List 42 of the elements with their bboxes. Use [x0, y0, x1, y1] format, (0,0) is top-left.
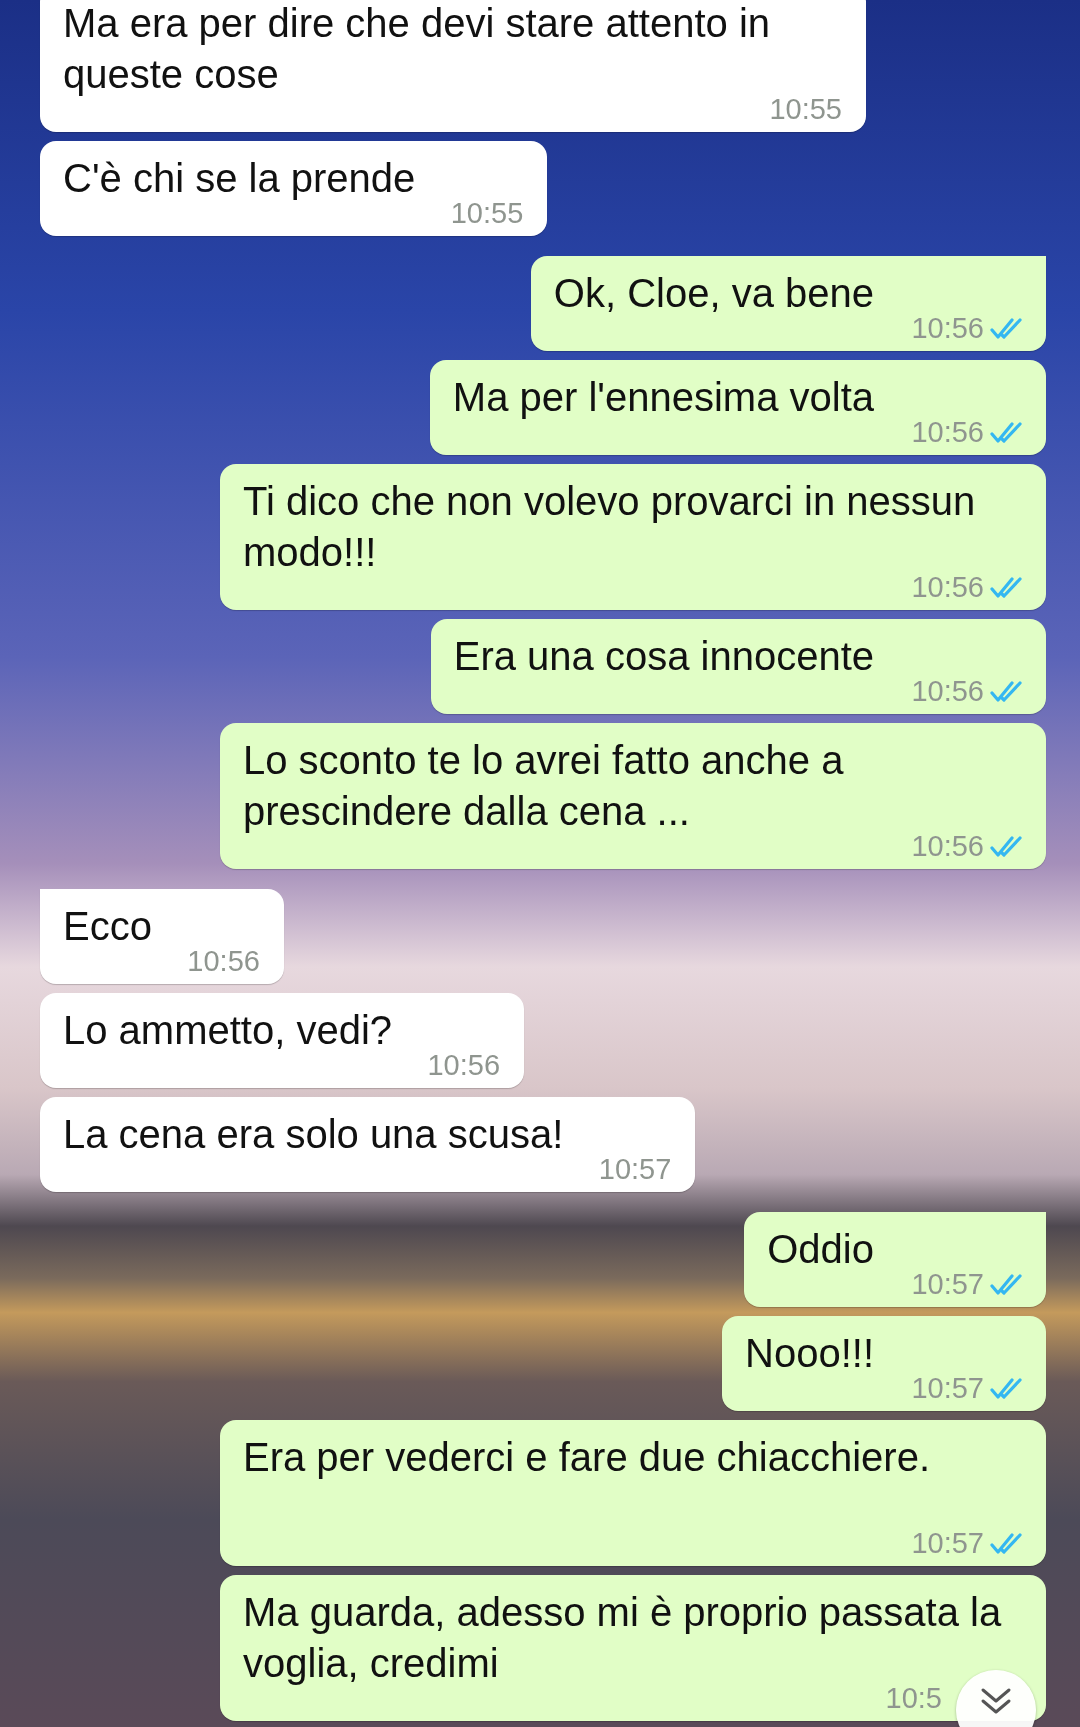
message-time: 10:57	[911, 1529, 984, 1558]
message-text: Era per vederci e fare due chiacchiere.	[243, 1435, 931, 1479]
message-bubble[interactable]: Ecco 10:56	[40, 889, 284, 984]
message-text: Oddio	[767, 1227, 874, 1271]
message-text: Nooo!!!	[745, 1331, 874, 1375]
message-time: 10:56	[911, 573, 984, 602]
message-bubble[interactable]: Lo sconto te lo avrei fatto anche a prescindere dalla cena ... 10:56	[220, 723, 1046, 869]
message-time: 10:56	[911, 677, 984, 706]
message-time: 10:55	[769, 95, 842, 124]
message-bubble[interactable]: Ma era per dire che devi stare attento in queste cose 10:55	[40, 0, 866, 132]
message-bubble[interactable]: Era una cosa innocente 10:56	[430, 619, 1046, 714]
message-bubble[interactable]: Ma per l'ennesima volta 10:56	[429, 360, 1046, 455]
message-text: Lo sconto te lo avrei fatto anche a prescindere dalla cena ...	[243, 738, 844, 833]
message-time: 10:57	[911, 1374, 984, 1403]
message-text: Ti dico che non volevo provarci in nessun modo!!!	[243, 479, 976, 574]
message-time: 10:56	[187, 947, 260, 976]
message-text: C'è chi se la prende	[63, 156, 416, 200]
message-bubble[interactable]: Ok, Cloe, va bene 10:56	[530, 256, 1046, 351]
message-bubble[interactable]: Oddio 10:57	[744, 1212, 1046, 1307]
message-bubble[interactable]: Era per vederci e fare due chiacchiere. 10:57	[220, 1420, 1046, 1566]
message-bubble[interactable]: Ti dico che non volevo provarci in nessun modo!!! 10:56	[220, 464, 1046, 610]
message-time: 10:56	[911, 418, 984, 447]
message-time: 10:56	[911, 832, 984, 861]
message-text: Era una cosa innocente	[453, 634, 874, 678]
message-text: Ma guarda, adesso mi è proprio passata la voglia, credimi	[243, 1590, 1002, 1685]
message-text: Ecco	[63, 904, 152, 948]
message-text: Ok, Cloe, va bene	[553, 271, 874, 315]
message-bubble[interactable]: Lo ammetto, vedi? 10:56	[40, 993, 525, 1088]
message-time: 10:56	[427, 1051, 501, 1080]
message-text: Ma per l'ennesima volta	[452, 375, 874, 419]
message-time: 10:57	[911, 1270, 984, 1299]
message-time: 10:56	[911, 314, 984, 343]
message-time: 10:57	[598, 1155, 672, 1184]
message-text: La cena era solo una scusa!	[63, 1112, 564, 1156]
message-bubble[interactable]: Ma guarda, adesso mi è proprio passata la voglia, credimi 10:5	[220, 1575, 1046, 1721]
message-text: Lo ammetto, vedi?	[63, 1008, 393, 1052]
message-bubble[interactable]: Nooo!!! 10:57	[722, 1316, 1046, 1411]
message-time: 10:55	[450, 199, 524, 228]
message-text: Ma era per dire che devi stare attento in queste cose	[63, 1, 771, 96]
message-bubble[interactable]: C'è chi se la prende 10:55	[40, 141, 548, 236]
message-time: 10:5	[885, 1684, 942, 1713]
message-bubble[interactable]: La cena era solo una scusa! 10:57	[40, 1097, 696, 1192]
